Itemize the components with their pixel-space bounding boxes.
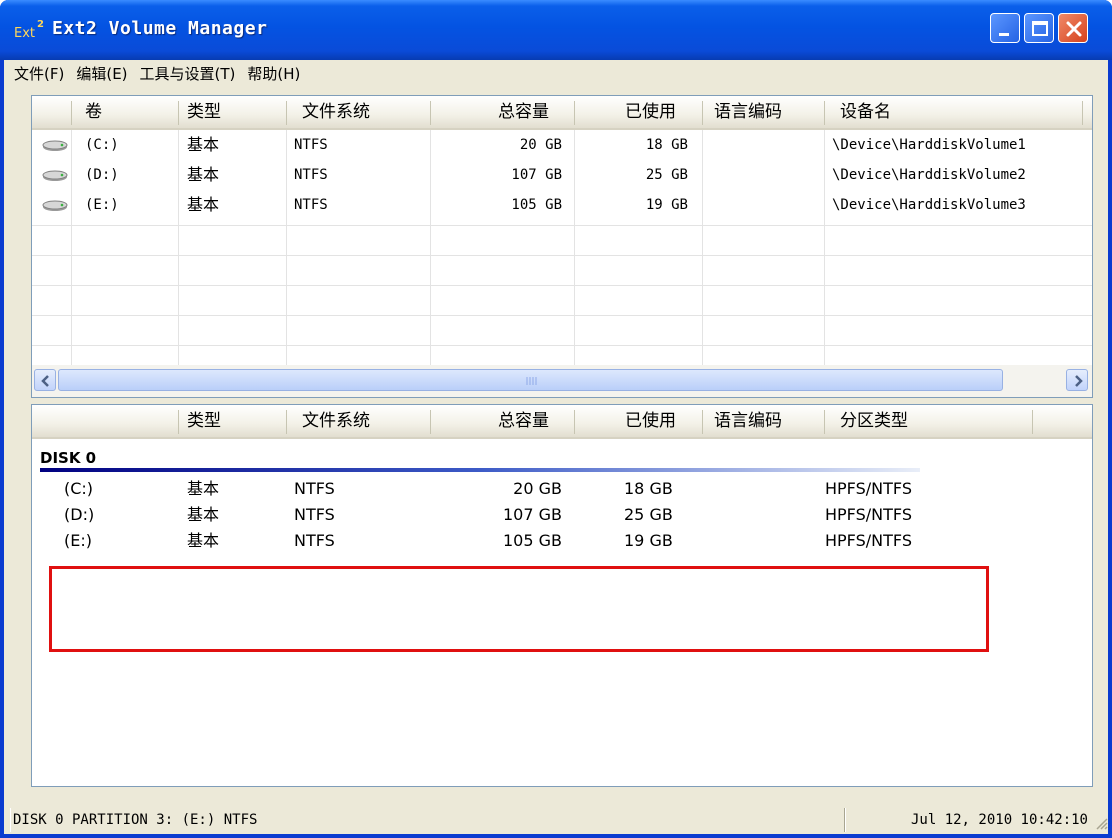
col-header-volume[interactable]: 卷 (85, 96, 102, 128)
chevron-left-icon (41, 375, 49, 387)
volume-used: 18 GB (645, 137, 688, 153)
horizontal-scrollbar[interactable] (32, 365, 1092, 397)
partition-list-panel[interactable]: 类型 文件系统 总容量 已使用 语言编码 分区类型 DISK 0 (C:) 基本… (31, 404, 1093, 787)
volume-list-header: 卷 类型 文件系统 总容量 已使用 语言编码 设备名 (32, 96, 1092, 130)
volume-used: 25 GB (645, 167, 688, 183)
col-header-total[interactable]: 总容量 (498, 96, 549, 128)
window-title: Ext2 Volume Manager (52, 18, 268, 39)
col-header-partition-type[interactable]: 分区类型 (840, 405, 908, 437)
menu-bar: 文件(F) 编辑(E) 工具与设置(T) 帮助(H) (8, 60, 1108, 88)
scrollbar-thumb[interactable] (58, 369, 1003, 391)
volume-total: 105 GB (511, 197, 562, 213)
scroll-left-button[interactable] (34, 369, 56, 391)
partition-list-header: 类型 文件系统 总容量 已使用 语言编码 分区类型 (32, 405, 1092, 439)
close-button[interactable] (1058, 13, 1088, 43)
app-icon-superscript: 2 (37, 19, 44, 30)
app-window: Ext 2 Ext2 Volume Manager 文件(F) 编辑(E) 工具… (0, 0, 1112, 838)
volume-type: 基本 (187, 135, 220, 154)
col-header-total[interactable]: 总容量 (498, 405, 549, 437)
highlight-box (49, 566, 989, 652)
maximize-button[interactable] (1024, 13, 1054, 43)
volume-used: 19 GB (645, 197, 688, 213)
partition-total: 105 GB (503, 531, 562, 550)
volume-fs: NTFS (294, 137, 328, 153)
volume-fs: NTFS (294, 167, 328, 183)
volume-name: (D:) (85, 167, 119, 183)
partition-ptype: HPFS/NTFS (825, 505, 912, 524)
status-text: DISK 0 PARTITION 3: (E:) NTFS (10, 808, 836, 832)
volume-name: (C:) (85, 137, 119, 153)
col-header-codepage[interactable]: 语言编码 (714, 96, 782, 128)
status-separator (844, 808, 846, 832)
minimize-button[interactable] (990, 13, 1020, 43)
volume-device: \Device\HarddiskVolume1 (832, 137, 1026, 153)
status-bar: DISK 0 PARTITION 3: (E:) NTFS Jul 12, 20… (8, 806, 1108, 834)
volume-fs: NTFS (294, 197, 328, 213)
partition-used: 25 GB (624, 505, 673, 524)
menu-edit[interactable]: 编辑(E) (70, 62, 133, 86)
menu-help[interactable]: 帮助(H) (241, 62, 306, 86)
col-header-filesystem[interactable]: 文件系统 (302, 96, 370, 128)
menu-file[interactable]: 文件(F) (8, 62, 70, 86)
menu-tools-settings[interactable]: 工具与设置(T) (134, 62, 242, 86)
partition-volume: (E:) (64, 531, 92, 550)
title-bar[interactable]: Ext 2 Ext2 Volume Manager (0, 0, 1112, 60)
disk-divider (40, 468, 920, 472)
hard-drive-icon (42, 140, 68, 151)
status-datetime: Jul 12, 2010 10:42:10 (910, 812, 1088, 828)
volume-list-panel[interactable]: 卷 类型 文件系统 总容量 已使用 语言编码 设备名 (C:) 基本 NTFS … (31, 95, 1093, 398)
col-header-device[interactable]: 设备名 (840, 96, 891, 128)
partition-used: 19 GB (624, 531, 673, 550)
scroll-grip-icon (526, 377, 537, 385)
partition-type: 基本 (187, 505, 220, 524)
volume-name: (E:) (85, 197, 119, 213)
col-header-used[interactable]: 已使用 (625, 96, 676, 128)
volume-type: 基本 (187, 195, 220, 214)
partition-ptype: HPFS/NTFS (825, 531, 912, 550)
volume-device: \Device\HarddiskVolume2 (832, 167, 1026, 183)
partition-volume: (C:) (64, 479, 94, 498)
scroll-right-button[interactable] (1066, 369, 1088, 391)
partition-fs: NTFS (294, 531, 335, 550)
partition-type: 基本 (187, 531, 220, 550)
partition-type: 基本 (187, 479, 220, 498)
volume-device: \Device\HarddiskVolume3 (832, 197, 1026, 213)
partition-fs: NTFS (294, 479, 335, 498)
col-header-used[interactable]: 已使用 (625, 405, 676, 437)
disk-label[interactable]: DISK 0 (40, 449, 96, 467)
ext2-app-icon: Ext 2 (14, 18, 48, 41)
volume-total: 107 GB (511, 167, 562, 183)
col-header-type[interactable]: 类型 (187, 405, 221, 437)
close-icon (1066, 21, 1082, 37)
partition-total: 107 GB (503, 505, 562, 524)
partition-volume: (D:) (64, 505, 95, 524)
resize-grip-icon[interactable] (1094, 816, 1108, 830)
partition-fs: NTFS (294, 505, 335, 524)
partition-used: 18 GB (624, 479, 673, 498)
col-header-codepage[interactable]: 语言编码 (714, 405, 782, 437)
col-header-type[interactable]: 类型 (187, 96, 221, 128)
partition-ptype: HPFS/NTFS (825, 479, 912, 498)
hard-drive-icon (42, 170, 68, 181)
col-header-filesystem[interactable]: 文件系统 (302, 405, 370, 437)
app-icon-text: Ext (14, 26, 35, 40)
partition-total: 20 GB (513, 479, 562, 498)
volume-type: 基本 (187, 165, 220, 184)
volume-total: 20 GB (519, 137, 562, 153)
minimize-icon (999, 33, 1009, 36)
chevron-right-icon (1075, 375, 1083, 387)
hard-drive-icon (42, 200, 68, 211)
